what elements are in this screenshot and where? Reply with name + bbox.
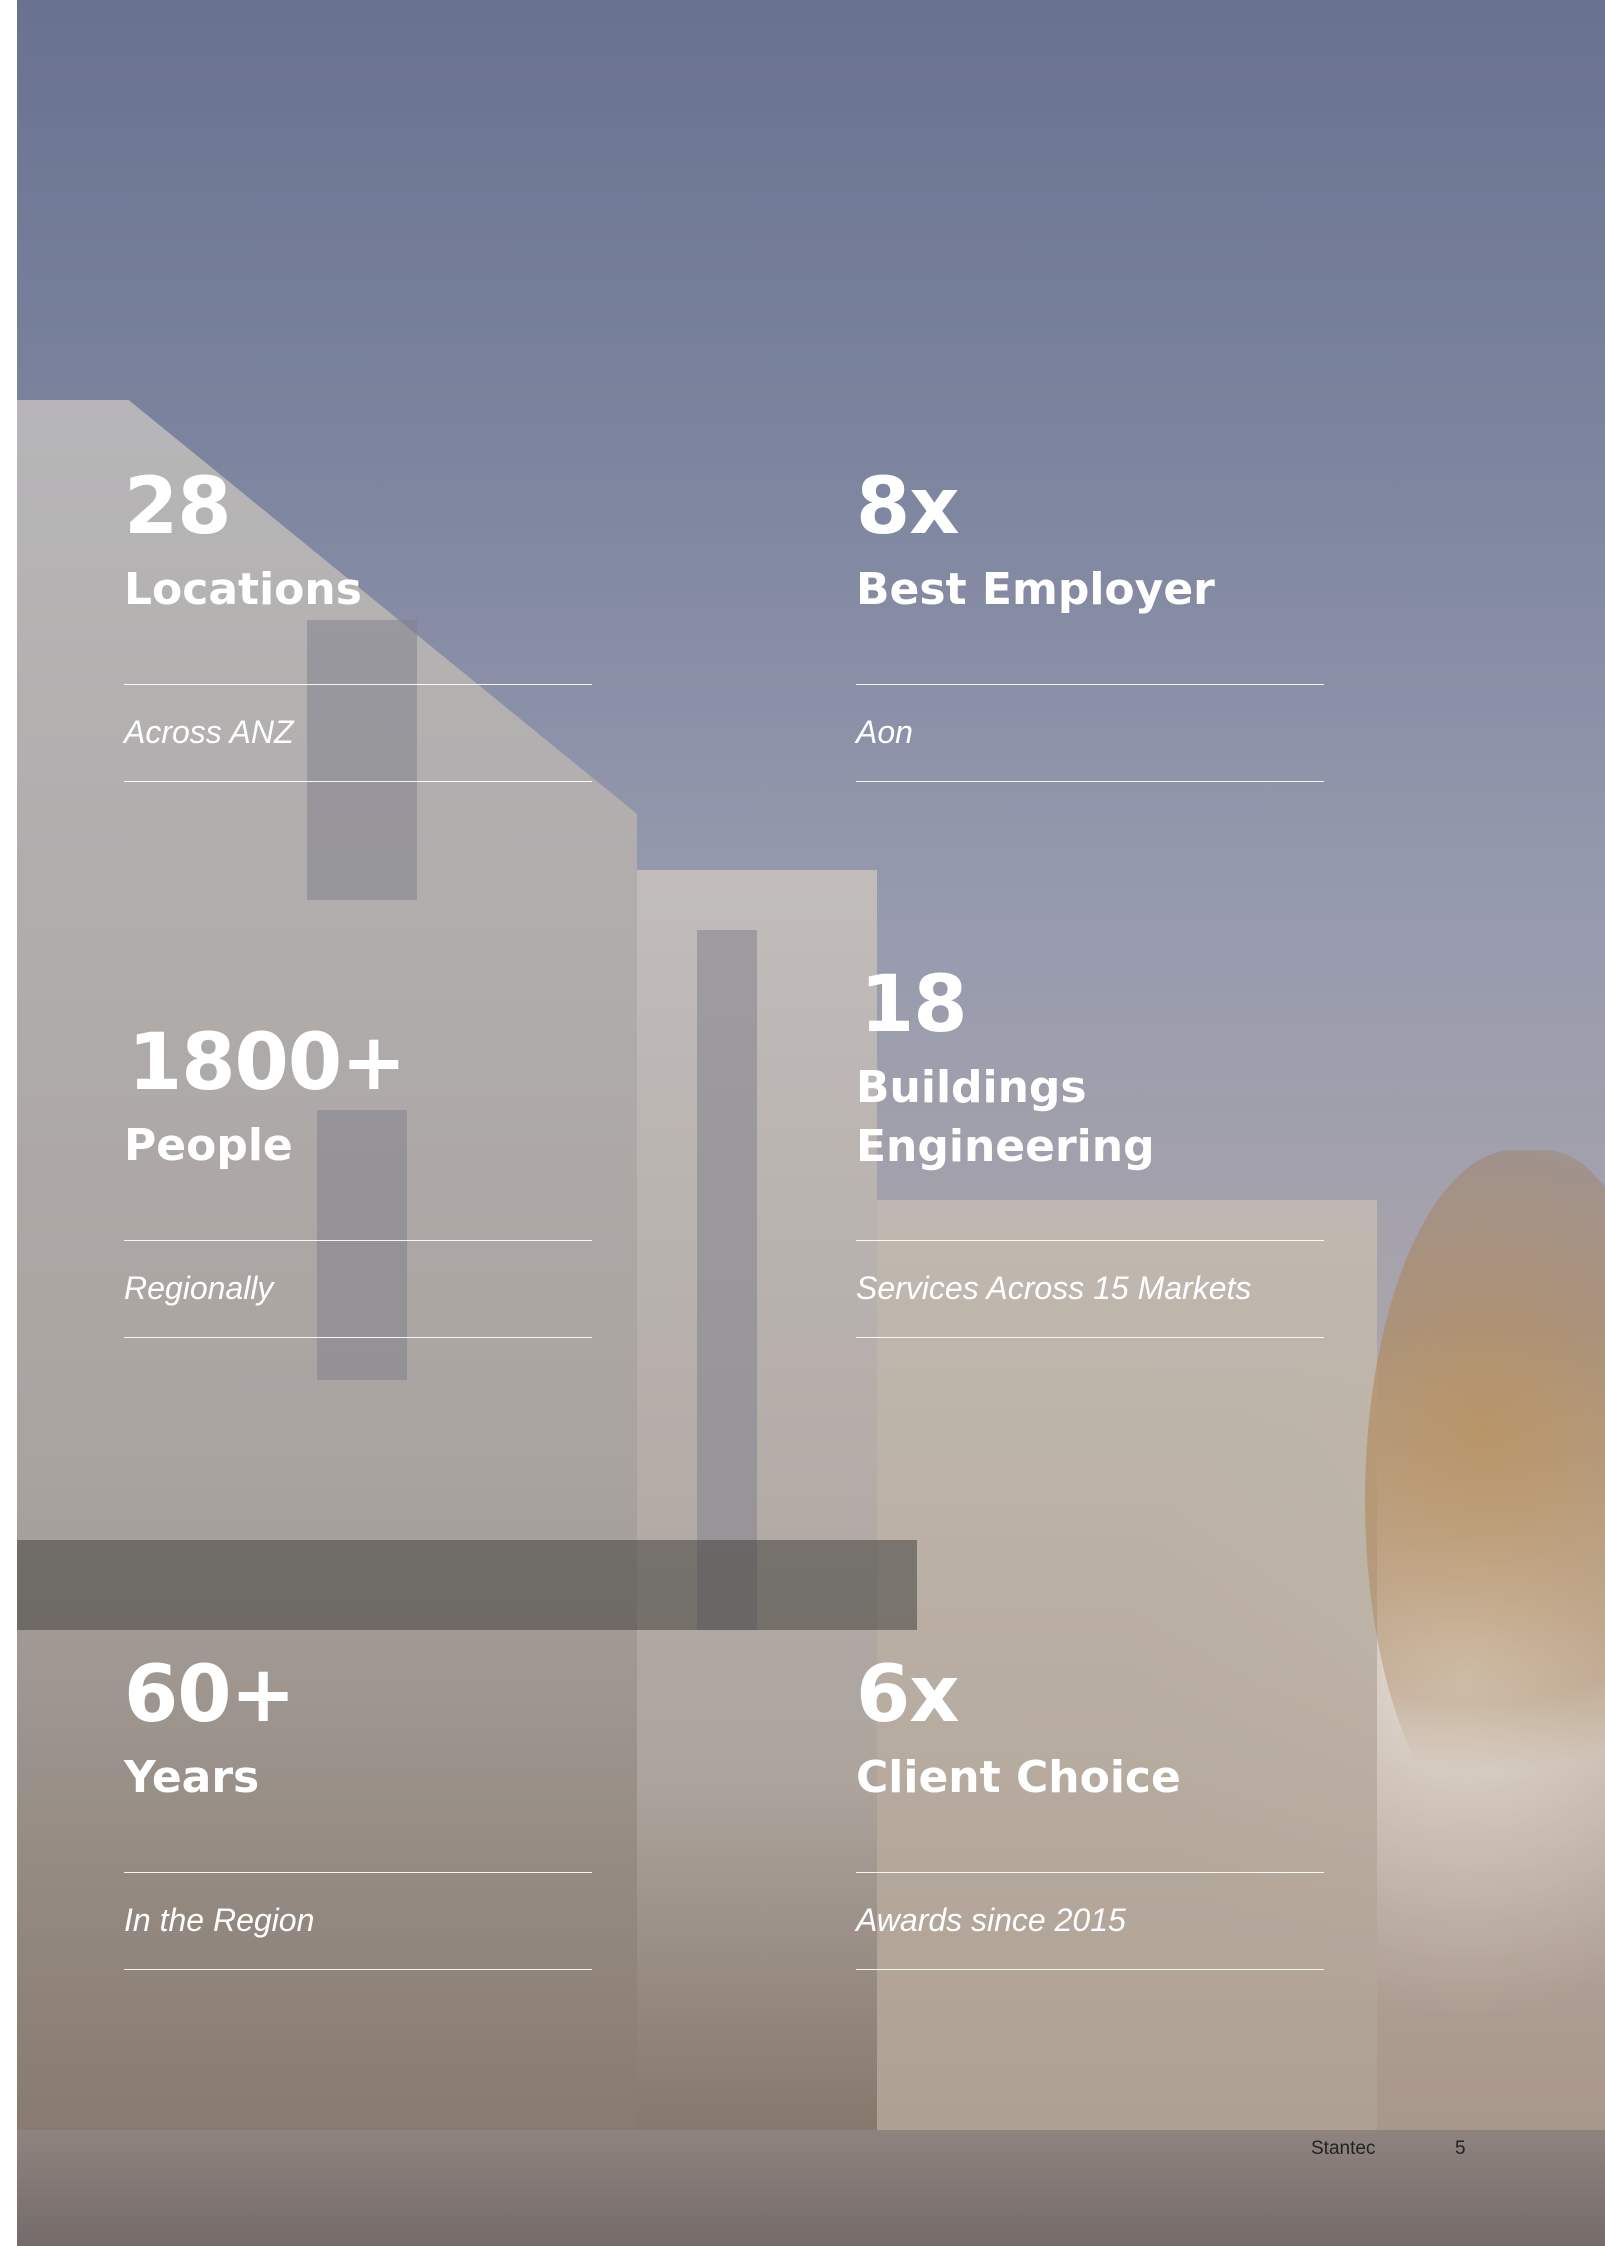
stat-subtitle: Regionally	[124, 1270, 274, 1306]
page-number: 5	[1455, 2138, 1466, 2159]
stat-label: Best Employer	[856, 564, 1215, 615]
stat-label: Locations	[124, 564, 362, 615]
stat-label: Client Choice	[856, 1752, 1181, 1803]
stat-number: 18	[860, 960, 968, 1050]
divider	[856, 1337, 1324, 1338]
stat-number: 28	[124, 462, 232, 552]
stat-best-employer: 8x Best Employer Aon	[856, 468, 1324, 788]
divider	[124, 781, 592, 782]
divider	[856, 1240, 1324, 1241]
stat-locations: 28 Locations Across ANZ	[124, 468, 592, 788]
divider	[124, 1337, 592, 1338]
footer-brand: Stantec	[1311, 2138, 1376, 2159]
divider	[124, 1872, 592, 1873]
divider	[856, 781, 1324, 782]
stat-number: 1800+	[128, 1018, 406, 1108]
stat-subtitle: Across ANZ	[124, 714, 294, 750]
divider	[856, 684, 1324, 685]
stat-number: 8x	[856, 462, 960, 552]
divider	[856, 1872, 1324, 1873]
page-background: 28 Locations Across ANZ 8x Best Employer…	[17, 0, 1605, 2246]
stat-number: 6x	[856, 1650, 960, 1740]
stat-label: Years	[124, 1752, 260, 1803]
stat-number: 60+	[124, 1650, 296, 1740]
divider	[124, 1969, 592, 1970]
stat-subtitle: Awards since 2015	[856, 1902, 1126, 1938]
stat-label: People	[124, 1120, 293, 1171]
stat-years: 60+ Years In the Region	[124, 1656, 592, 1976]
divider	[124, 684, 592, 685]
stat-label: Buildings Engineering	[856, 1062, 1155, 1173]
stat-people: 1800+ People Regionally	[124, 1024, 592, 1344]
stat-client-choice: 6x Client Choice Awards since 2015	[856, 1656, 1324, 1976]
stat-subtitle: Services Across 15 Markets	[856, 1270, 1252, 1306]
stat-subtitle: Aon	[856, 714, 913, 750]
stat-subtitle: In the Region	[124, 1902, 315, 1938]
stat-buildings-engineering: 18 Buildings Engineering Services Across…	[856, 966, 1324, 1346]
divider	[124, 1240, 592, 1241]
divider	[856, 1969, 1324, 1970]
